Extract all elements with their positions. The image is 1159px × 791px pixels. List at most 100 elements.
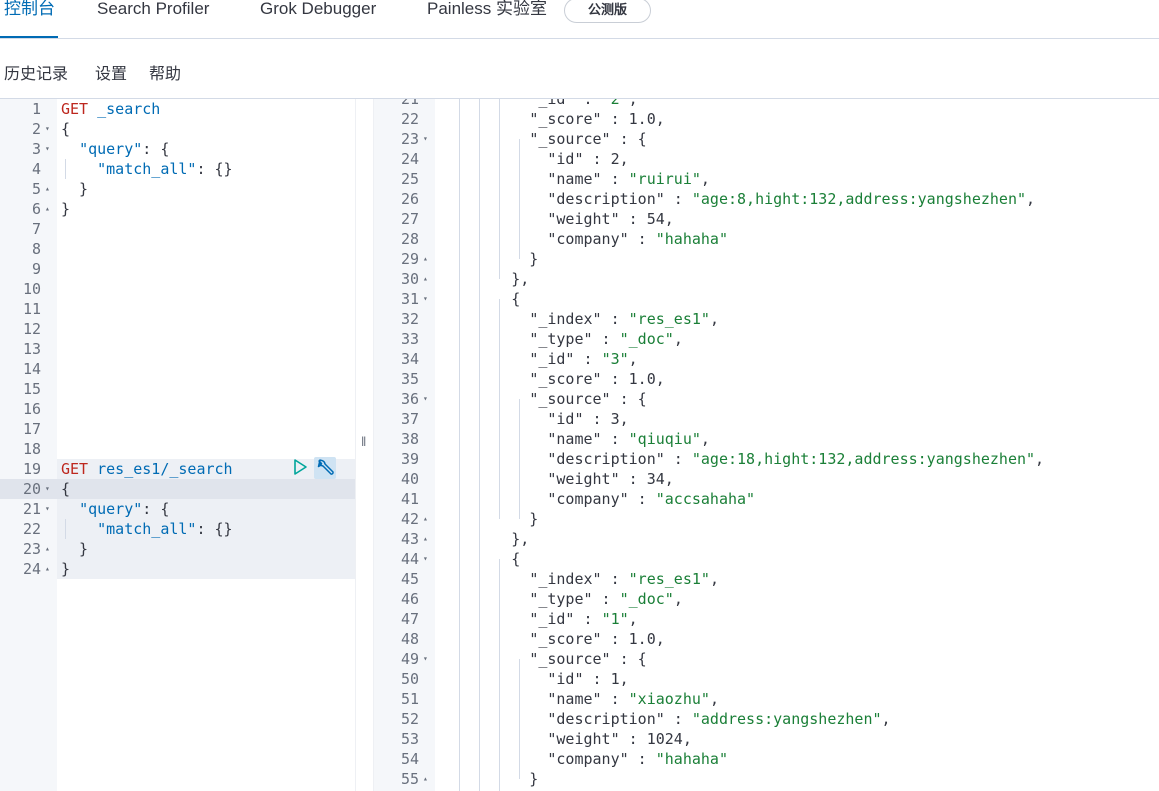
fold-caret-down-icon[interactable]: ▾ — [45, 499, 50, 519]
fold-caret-down-icon[interactable]: ▾ — [423, 389, 428, 409]
line-number: 33 — [400, 330, 419, 348]
code-token: "weight" — [547, 730, 620, 748]
tab-console[interactable]: 控制台 — [4, 0, 55, 20]
code-text: } — [439, 249, 538, 269]
fold-caret-down-icon[interactable]: ▾ — [423, 289, 428, 309]
code-token: }, — [439, 270, 530, 288]
line-number: 31 — [400, 290, 419, 308]
code-token: , — [673, 590, 683, 608]
code-token: "id" — [547, 150, 584, 168]
code-token: : — [601, 430, 629, 448]
line-number: 25 — [400, 170, 419, 188]
fold-caret-up-icon[interactable]: ▴ — [45, 179, 50, 199]
line-number: 13 — [22, 340, 41, 358]
code-token: "_score" — [529, 630, 602, 648]
code-token: "query" — [79, 500, 143, 518]
fold-caret-down-icon[interactable]: ▾ — [423, 129, 428, 149]
fold-caret-down-icon[interactable]: ▾ — [45, 479, 50, 499]
code-token: GET — [61, 460, 89, 478]
code-line: 4 "match_all": {} — [0, 159, 355, 179]
request-editor[interactable]: 1 GET _search 2 ▾{3 ▾ "query": {4 "match_all… — [0, 99, 355, 791]
line-number: 45 — [400, 570, 419, 588]
code-line: 52 "description" : "address:yangshezhen"… — [374, 709, 1159, 729]
code-token: "xiaozhu" — [628, 690, 710, 708]
code-line: 55 ▴ } — [374, 769, 1159, 789]
fold-caret-down-icon[interactable]: ▾ — [423, 549, 428, 569]
response-viewer[interactable]: 21 "_id" : "2", 22 "_score" : 1.0, 23 ▾ "_s… — [374, 99, 1159, 791]
fold-caret-up-icon[interactable]: ▴ — [423, 249, 428, 269]
wrench-icon[interactable] — [314, 457, 336, 479]
code-token: }, — [439, 530, 530, 548]
code-text: "company" : "hahaha" — [439, 229, 728, 249]
code-text: { — [61, 479, 70, 499]
fold-caret-down-icon[interactable]: ▾ — [45, 139, 50, 159]
line-number: 44 — [400, 550, 419, 568]
code-line: 10 — [0, 279, 355, 299]
line-number: 5 — [31, 180, 41, 198]
fold-caret-up-icon[interactable]: ▴ — [423, 769, 428, 789]
line-number: 8 — [31, 240, 41, 258]
tab-painless-lab[interactable]: Painless 实验室 — [427, 0, 547, 20]
tab-search-profiler[interactable]: Search Profiler — [97, 0, 209, 20]
code-text: } — [61, 559, 70, 579]
code-text: }, — [439, 269, 529, 289]
code-line: 38 "name" : "qiuqiu", — [374, 429, 1159, 449]
code-text: "_id" : "1", — [439, 609, 637, 629]
code-text: "_score" : 1.0, — [439, 369, 664, 389]
line-number: 6 — [31, 200, 41, 218]
line-number: 22 — [400, 110, 419, 128]
code-line: 24 ▴} — [0, 559, 355, 579]
code-text: "_source" : { — [439, 129, 646, 149]
settings-link[interactable]: 设置 — [95, 65, 127, 85]
code-line: 2 ▾ { — [0, 119, 355, 139]
code-text: "company" : "hahaha" — [439, 749, 728, 769]
line-number: 29 — [400, 250, 419, 268]
line-number: 36 — [400, 390, 419, 408]
code-token: , — [709, 570, 719, 588]
fold-caret-up-icon[interactable]: ▴ — [423, 269, 428, 289]
line-number: 14 — [22, 360, 41, 378]
code-line: 14 — [0, 359, 355, 379]
panel-splitter[interactable]: ‖ — [355, 99, 374, 791]
code-token: : — [664, 190, 692, 208]
history-link[interactable]: 历史记录 — [4, 65, 68, 85]
code-text: "_id" : "3", — [439, 349, 637, 369]
help-link[interactable]: 帮助 — [149, 65, 181, 85]
line-number: 12 — [22, 320, 41, 338]
fold-caret-up-icon[interactable]: ▴ — [423, 529, 428, 549]
code-line: 9 — [0, 259, 355, 279]
code-text: { — [61, 119, 70, 139]
code-token: : 3, — [583, 410, 629, 428]
fold-caret-down-icon[interactable]: ▾ — [45, 119, 50, 139]
code-text: "_type" : "_doc", — [439, 329, 683, 349]
code-token: "res_es1" — [628, 570, 710, 588]
tab-grok-debugger[interactable]: Grok Debugger — [260, 0, 376, 20]
code-text: } — [439, 509, 538, 529]
code-line: 47 "_id" : "1", — [374, 609, 1159, 629]
line-number: 48 — [400, 630, 419, 648]
code-text: { — [439, 289, 520, 309]
line-number: 26 — [400, 190, 419, 208]
fold-caret-up-icon[interactable]: ▴ — [45, 559, 50, 579]
code-line: 53 "weight" : 1024, — [374, 729, 1159, 749]
fold-caret-up-icon[interactable]: ▴ — [423, 509, 428, 529]
code-token: , — [700, 170, 710, 188]
fold-caret-up-icon[interactable]: ▴ — [45, 539, 50, 559]
line-number: 51 — [400, 690, 419, 708]
fold-caret-down-icon[interactable]: ▾ — [423, 649, 428, 669]
code-token: { — [439, 290, 521, 308]
code-text: "query": { — [61, 499, 169, 519]
code-token: "_score" — [529, 110, 602, 128]
play-icon[interactable] — [292, 458, 308, 476]
drag-handle-icon[interactable]: ‖ — [361, 434, 366, 449]
fold-caret-up-icon[interactable]: ▴ — [45, 199, 50, 219]
code-line: 32 "_index" : "res_es1", — [374, 309, 1159, 329]
line-number: 10 — [22, 280, 41, 298]
